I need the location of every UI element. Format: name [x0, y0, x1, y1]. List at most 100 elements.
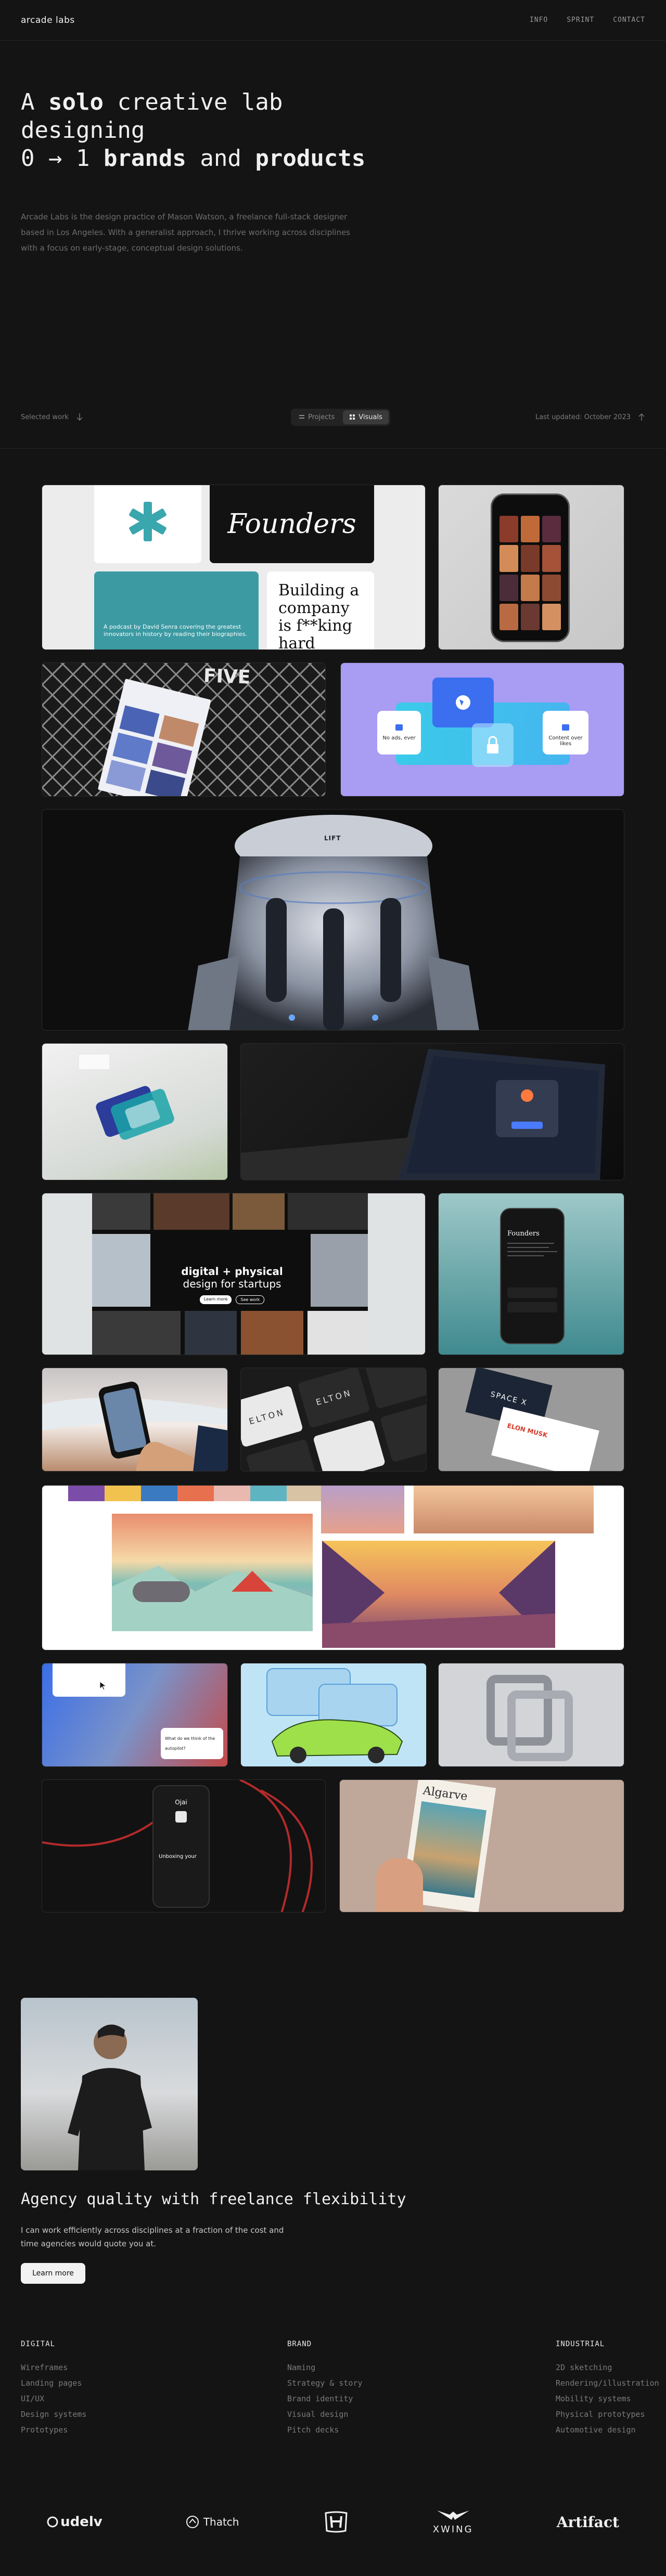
buggy-concept-art — [414, 1486, 594, 1533]
service-item: 2D sketching — [556, 2363, 612, 2372]
ui-card-top — [53, 1663, 125, 1697]
window-icon — [562, 724, 569, 731]
services-heading: DIGITAL — [21, 2340, 56, 2348]
phone-mockup — [491, 493, 570, 642]
quote-line: company — [278, 599, 350, 617]
hero-title: A solo creative lab designing 0 → 1 bran… — [21, 88, 385, 173]
hand-graphic — [376, 1858, 423, 1912]
udelv-logo: udelv — [47, 2514, 103, 2530]
services-heading: INDUSTRIAL — [556, 2340, 605, 2348]
algarve-book-tile[interactable]: Algarve — [339, 1779, 624, 1913]
service-item: Visual design — [287, 2410, 349, 2419]
lift-render-tile[interactable]: LIFT — [42, 809, 624, 1031]
service-item: Design systems — [21, 2410, 87, 2419]
podcast-text: A podcast by David Senra covering the gr… — [104, 623, 248, 638]
services-industrial: INDUSTRIAL 2D sketching Rendering/illust… — [556, 2340, 659, 2438]
content-chip: Content over likes — [543, 711, 588, 754]
main-nav: INFO SPRINT CONTACT — [530, 16, 645, 24]
selected-work[interactable]: Selected work — [21, 413, 83, 421]
hero: A solo creative lab designing 0 → 1 bran… — [21, 88, 385, 256]
van-concept-art — [321, 1486, 404, 1533]
arrow-up-icon — [638, 413, 645, 421]
keycap-grid: ELTON ELTON — [241, 1368, 426, 1471]
elton-keyboard-tile[interactable]: ELTON ELTON — [240, 1368, 427, 1472]
spacex-cards-tile[interactable]: SPACE X ELON MUSK — [438, 1368, 624, 1472]
services-brand: BRAND Naming Strategy & story Brand iden… — [287, 2340, 363, 2438]
autopilot-ui-tile[interactable]: What do we think of the autopilot? — [42, 1663, 228, 1767]
service-item: Mobility systems — [556, 2394, 631, 2403]
studio-collage-tile[interactable]: digital + physical design for startups L… — [42, 1193, 426, 1355]
service-item: Strategy & story — [287, 2378, 363, 2388]
spacex-wordmark: SPACE X — [489, 1390, 529, 1408]
ojai-app-tile[interactable]: Ojai Unboxing your — [42, 1779, 326, 1913]
quote-line: is f**king — [278, 617, 352, 635]
five-title: FIVE — [203, 665, 251, 688]
glass-icon-tile[interactable] — [42, 1043, 228, 1180]
browser-icon — [395, 724, 403, 731]
lock-card — [472, 723, 514, 767]
photo-grid — [499, 516, 561, 630]
logo[interactable]: arcade labs — [21, 15, 75, 25]
lock-icon — [487, 736, 498, 753]
hero-bold: solo — [48, 89, 104, 115]
toggle-visuals-label: Visuals — [358, 413, 382, 421]
nav-contact[interactable]: CONTACT — [613, 16, 645, 24]
podcast-card: A podcast by David Senra covering the gr… — [94, 571, 259, 649]
nav-info[interactable]: INFO — [530, 16, 548, 24]
thatch-logo: Thatch — [186, 2515, 239, 2529]
about-text: I can work efficiently across discipline… — [21, 2226, 284, 2248]
quote-line: hard — [278, 634, 315, 650]
asterisk-logo-icon — [129, 502, 166, 541]
collage-btn-work: See work — [236, 1295, 265, 1304]
founders-app-tile[interactable]: Founders — [438, 1193, 624, 1355]
toggle-visuals[interactable]: Visuals — [343, 410, 389, 424]
hero-bold: brands — [103, 145, 186, 172]
service-item: Prototypes — [21, 2425, 68, 2435]
services-heading: BRAND — [287, 2340, 312, 2348]
portrait-photo — [21, 1998, 198, 2170]
list-icon — [299, 415, 305, 419]
phone-hand-tile[interactable] — [42, 1368, 228, 1472]
hero-bold: products — [255, 145, 366, 172]
founders-wordmark: Founders — [227, 509, 356, 540]
founders-brand-tile[interactable]: Founders A podcast by David Senra coveri… — [42, 485, 426, 650]
laptop-mockup-tile[interactable] — [240, 1043, 624, 1180]
features-illustration-tile[interactable]: No ads, ever Content over likes — [340, 662, 624, 797]
spacex-card-light: ELON MUSK — [491, 1407, 599, 1471]
ojai-title: Ojai — [175, 1799, 187, 1806]
globe-icon — [456, 695, 470, 710]
five-magazine-tile[interactable]: FIVE — [42, 662, 326, 797]
collage-btn-learn: Learn more — [199, 1295, 232, 1304]
chrome-frame-tile[interactable] — [438, 1663, 624, 1767]
quote-line: Building a — [278, 581, 360, 600]
collage-headline: digital + physical design for startups L… — [157, 1265, 308, 1304]
autopilot-note: What do we think of the autopilot? — [165, 1736, 215, 1751]
thatch-mark-icon — [186, 2516, 199, 2528]
vehicle-concepts-tile[interactable] — [42, 1485, 624, 1650]
grid-icon — [350, 414, 355, 420]
nav-sprint[interactable]: SPRINT — [567, 16, 594, 24]
last-updated[interactable]: Last updated: October 2023 — [535, 413, 645, 421]
client-logos: udelv Thatch XWING Artifact — [0, 2491, 666, 2553]
service-item: UI/UX — [21, 2394, 45, 2403]
service-item: Physical prototypes — [556, 2410, 645, 2419]
hero-text: 0 → 1 — [21, 145, 104, 172]
toggle-projects[interactable]: Projects — [292, 410, 341, 424]
last-updated-label: Last updated: October 2023 — [535, 413, 631, 421]
honda-h-icon — [325, 2511, 348, 2533]
green-car-sketch-tile[interactable] — [240, 1663, 427, 1767]
no-ads-chip: No ads, ever — [377, 711, 421, 754]
phone-gallery-tile[interactable] — [438, 485, 624, 650]
xwing-mark-icon — [437, 2510, 469, 2520]
xwing-wordmark: XWING — [432, 2523, 473, 2535]
honda-logo — [323, 2511, 350, 2533]
quote-card: Building a company is f**king hard — [267, 571, 374, 650]
learn-more-button[interactable]: Learn more — [21, 2263, 85, 2284]
thatch-wordmark: Thatch — [203, 2516, 239, 2528]
about-title: Agency quality with freelance flexibilit… — [21, 2190, 406, 2208]
content-label: Content over likes — [548, 735, 583, 747]
services-digital: DIGITAL Wireframes Landing pages UI/UX D… — [21, 2340, 86, 2438]
founders-wordmark-card: Founders — [210, 485, 374, 563]
artifact-wordmark: Artifact — [556, 2513, 619, 2531]
green-car-graphic — [266, 1668, 403, 1763]
